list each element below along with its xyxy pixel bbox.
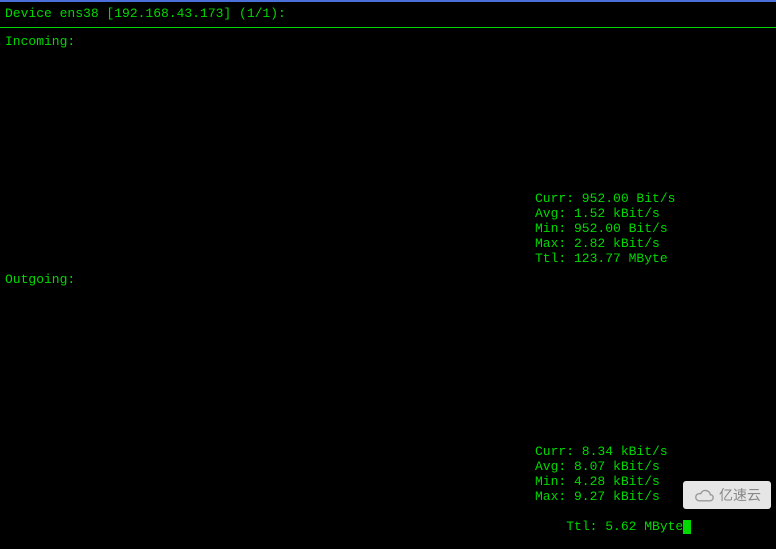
device-header: Device ens38 [192.168.43.173] (1/1): bbox=[0, 2, 776, 25]
terminal-cursor bbox=[683, 520, 691, 534]
incoming-ttl: Ttl: 123.77 MByte bbox=[535, 251, 776, 266]
incoming-stats: Curr: 952.00 Bit/s Avg: 1.52 kBit/s Min:… bbox=[535, 191, 776, 266]
outgoing-graph-area bbox=[0, 289, 776, 444]
outgoing-curr: Curr: 8.34 kBit/s bbox=[535, 444, 776, 459]
watermark-text: 亿速云 bbox=[719, 485, 761, 505]
incoming-label: Incoming: bbox=[0, 32, 776, 51]
device-title: Device ens38 [192.168.43.173] (1/1): bbox=[5, 6, 286, 21]
incoming-graph-area bbox=[0, 51, 776, 191]
outgoing-avg: Avg: 8.07 kBit/s bbox=[535, 459, 776, 474]
outgoing-ttl: Ttl: 5.62 MByte bbox=[535, 504, 776, 549]
incoming-min: Min: 952.00 Bit/s bbox=[535, 221, 776, 236]
cloud-icon bbox=[693, 487, 715, 503]
incoming-avg: Avg: 1.52 kBit/s bbox=[535, 206, 776, 221]
incoming-curr: Curr: 952.00 Bit/s bbox=[535, 191, 776, 206]
incoming-max: Max: 2.82 kBit/s bbox=[535, 236, 776, 251]
watermark: 亿速云 bbox=[683, 481, 771, 509]
outgoing-label: Outgoing: bbox=[0, 270, 776, 289]
header-divider bbox=[0, 27, 776, 28]
outgoing-ttl-text: Ttl: 5.62 MByte bbox=[566, 519, 683, 534]
